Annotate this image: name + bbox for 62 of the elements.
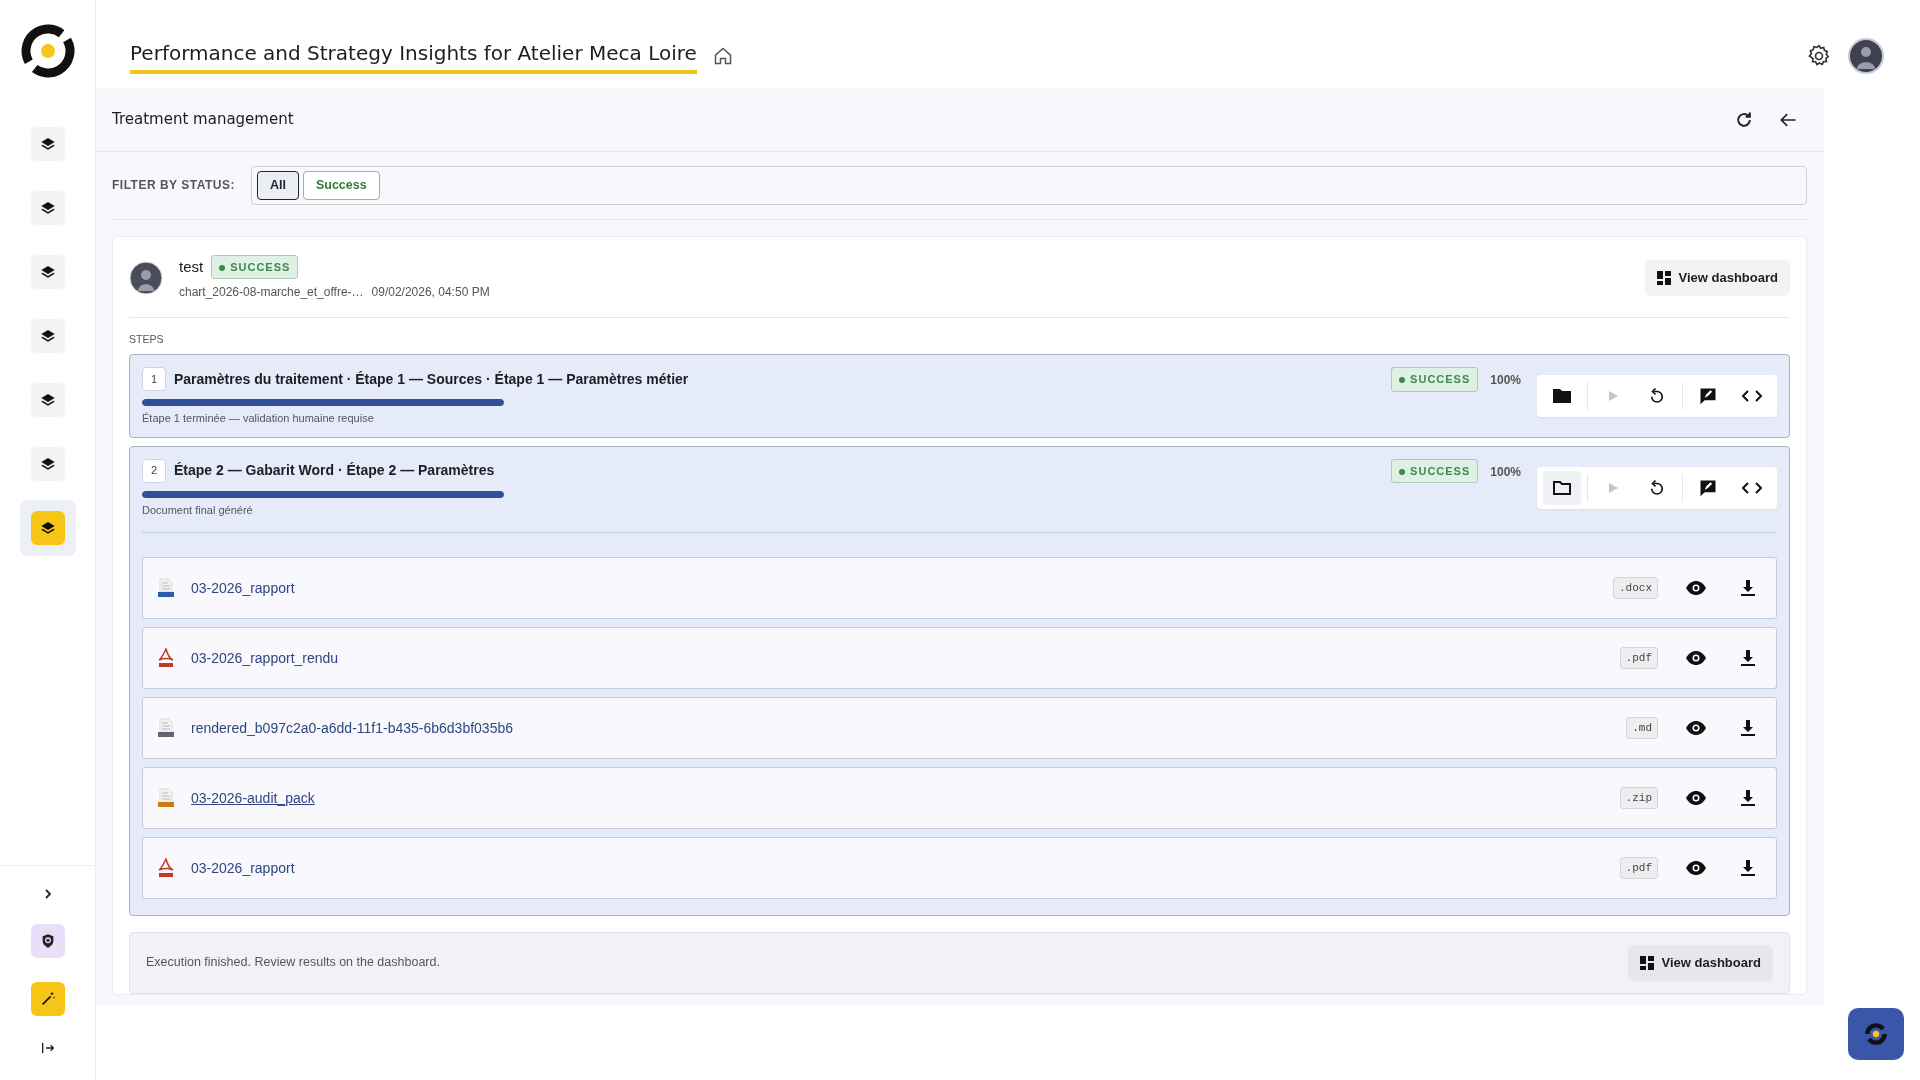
file-link[interactable]: 03-2026_rapport [191,857,295,879]
status-badge: SUCCESS [1391,367,1479,392]
panel-title: Treatment management [112,109,294,131]
file-extension: .pdf [1619,856,1658,880]
file-link[interactable]: 03-2026_rapport [191,577,295,599]
user-avatar[interactable] [1848,38,1884,74]
avatar-icon [129,261,163,295]
pdf-file-icon [157,858,175,878]
file-extension: .docx [1613,576,1658,600]
magic-wand-icon[interactable] [30,982,65,1016]
status-message: Execution finished. Review results on the dashboard. [146,954,440,972]
code-icon[interactable] [1742,388,1762,404]
file-icon [157,788,175,808]
comment-edit-icon[interactable] [1698,386,1718,406]
view-dashboard-button[interactable]: View dashboard [1644,260,1790,296]
step-note: Document final généré [142,502,254,518]
steps-label: STEPS [129,332,165,348]
logout-icon[interactable] [39,1040,56,1056]
file-icon [157,718,175,738]
logo-icon [1863,1021,1889,1047]
file-link[interactable]: 03-2026-audit_pack [191,787,315,809]
step-percent: 100% [1490,463,1521,481]
layers-icon[interactable] [30,447,65,481]
restart-icon[interactable] [1648,387,1666,405]
restart-icon[interactable] [1648,478,1666,497]
layers-icon[interactable] [30,383,65,417]
filter-chip[interactable]: Success [302,171,380,200]
file-extension: .pdf [1619,646,1658,670]
status-badge: SUCCESS [211,254,299,280]
file-link[interactable]: 03-2026_rapport_rendu [191,647,339,669]
step-title: Paramètres du traitement · Étape 1 — Sources · Étape 1 — Paramètres métier [174,369,689,389]
layers-icon[interactable] [30,191,65,225]
run-name: test [179,256,204,277]
chat-button[interactable] [1848,1008,1904,1060]
file-link[interactable]: rendered_b097c2a0-a6dd-11f1-b435-6b6d3bf035b6 [191,717,513,739]
view-dashboard-button[interactable]: View dashboard [1627,945,1773,981]
step-number: 1 [142,367,166,391]
dashboard-icon [1639,955,1654,970]
layers-icon[interactable] [30,511,65,545]
pdf-file-icon [157,648,175,668]
layers-icon[interactable] [30,319,65,353]
page-title: Performance and Strategy Insights for Atelier Meca Loire [130,38,697,74]
home-icon[interactable] [712,46,733,66]
step-percent: 100% [1490,372,1521,389]
filter-label: FILTER BY STATUS: [112,177,235,195]
step-note: Étape 1 terminée — validation humaine requise [142,411,375,426]
dashboard-icon [1656,271,1671,285]
step-number: 2 [142,458,166,483]
code-icon[interactable] [1742,479,1762,496]
settings-icon[interactable] [1806,43,1832,69]
layers-icon[interactable] [30,255,65,289]
file-extension: .zip [1619,786,1658,810]
run-date: 09/02/2026, 04:50 PM [371,284,490,302]
layers-icon[interactable] [30,127,65,161]
status-badge: SUCCESS [1391,458,1479,483]
file-icon [157,578,175,598]
run-file: chart_2026-08-marche_et_offre-… [179,284,364,302]
shield-icon[interactable] [30,924,65,958]
step-title: Étape 2 — Gabarit Word · Étape 2 — Paramètres [174,461,495,480]
file-extension: .md [1626,716,1658,740]
filter-chip[interactable]: All [256,171,299,200]
folder-icon[interactable] [1543,470,1581,505]
